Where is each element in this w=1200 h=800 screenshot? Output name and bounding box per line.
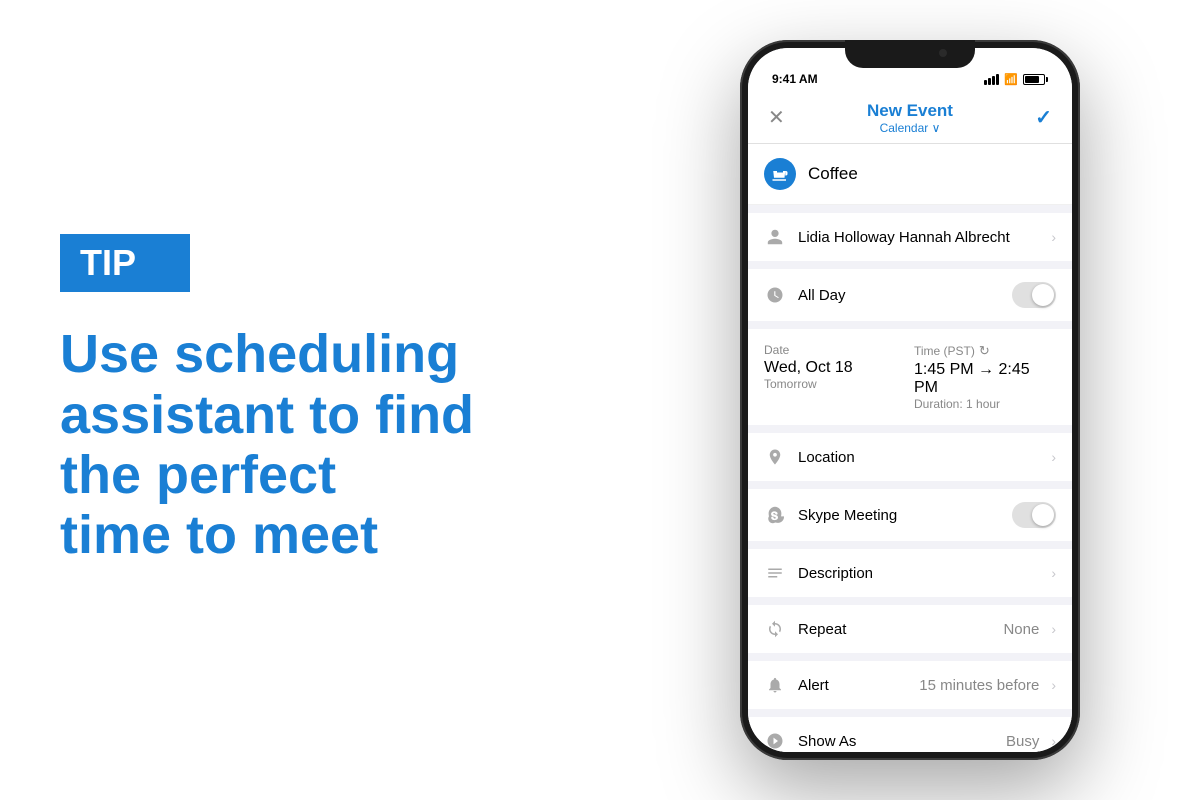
skype-row: Skype Meeting bbox=[748, 489, 1072, 541]
skype-toggle-knob bbox=[1032, 504, 1054, 526]
date-value: Wed, Oct 18 bbox=[764, 359, 906, 377]
show-as-row[interactable]: Show As Busy › bbox=[748, 717, 1072, 752]
description-row[interactable]: Description › bbox=[748, 549, 1072, 597]
alert-row[interactable]: Alert 15 minutes before › bbox=[748, 661, 1072, 709]
wifi-icon: 📶 bbox=[1004, 73, 1018, 86]
content-area: Coffee Lidia Holloway Ha bbox=[748, 144, 1072, 752]
datetime-grid: Date Wed, Oct 18 Tomorrow Time (PST) ↻ 1… bbox=[764, 343, 1056, 411]
datetime-section: Date Wed, Oct 18 Tomorrow Time (PST) ↻ 1… bbox=[748, 329, 1072, 425]
attendees-content: Lidia Holloway Hannah Albrecht bbox=[798, 229, 1039, 246]
description-label: Description bbox=[798, 565, 873, 582]
save-button[interactable]: ✓ bbox=[1035, 105, 1052, 130]
attendees-names: Lidia Holloway Hannah Albrecht bbox=[798, 229, 1010, 246]
repeat-label: Repeat bbox=[798, 621, 846, 638]
coffee-icon bbox=[764, 158, 796, 190]
repeat-chevron: › bbox=[1051, 621, 1056, 637]
clock-icon bbox=[764, 284, 786, 306]
skype-icon bbox=[764, 504, 786, 526]
location-icon bbox=[764, 446, 786, 468]
nav-title-main: New Event bbox=[785, 101, 1035, 121]
location-label: Location bbox=[798, 449, 855, 466]
time-value: 1:45 PM → 2:45 PM bbox=[914, 361, 1056, 397]
nav-title-sub: Calendar ∨ bbox=[785, 121, 1035, 135]
location-section: Location › bbox=[748, 433, 1072, 481]
refresh-icon: ↻ bbox=[979, 343, 990, 359]
right-panel: 9:41 AM 📶 bbox=[620, 0, 1200, 800]
battery-icon bbox=[1023, 74, 1048, 85]
all-day-section: All Day bbox=[748, 269, 1072, 321]
alert-section: Alert 15 minutes before › bbox=[748, 661, 1072, 709]
skype-toggle[interactable] bbox=[1012, 502, 1056, 528]
phone-screen: 9:41 AM 📶 bbox=[748, 48, 1072, 752]
toggle-knob bbox=[1032, 284, 1054, 306]
repeat-content: Repeat bbox=[798, 621, 991, 638]
repeat-row[interactable]: Repeat None › bbox=[748, 605, 1072, 653]
attendees-row[interactable]: Lidia Holloway Hannah Albrecht › bbox=[748, 213, 1072, 261]
location-content: Location bbox=[798, 449, 1039, 466]
location-chevron: › bbox=[1051, 449, 1056, 465]
description-chevron: › bbox=[1051, 565, 1056, 581]
alert-label: Alert bbox=[798, 677, 829, 694]
event-title-section: Coffee bbox=[748, 144, 1072, 205]
show-as-icon bbox=[764, 730, 786, 752]
event-title-text: Coffee bbox=[808, 164, 858, 184]
description-content: Description bbox=[798, 565, 1039, 582]
duration-value: Duration: 1 hour bbox=[914, 397, 1056, 411]
signal-icon bbox=[984, 74, 999, 85]
phone-notch bbox=[845, 40, 975, 68]
date-label: Date bbox=[764, 343, 906, 357]
show-as-chevron: › bbox=[1051, 733, 1056, 749]
skype-content: Skype Meeting bbox=[798, 507, 1000, 524]
alert-chevron: › bbox=[1051, 677, 1056, 693]
phone-mockup: 9:41 AM 📶 bbox=[740, 40, 1080, 760]
date-col[interactable]: Date Wed, Oct 18 Tomorrow bbox=[764, 343, 906, 411]
skype-section: Skype Meeting bbox=[748, 489, 1072, 541]
description-icon bbox=[764, 562, 786, 584]
skype-label: Skype Meeting bbox=[798, 507, 897, 524]
date-sub: Tomorrow bbox=[764, 377, 906, 391]
repeat-icon bbox=[764, 618, 786, 640]
repeat-section: Repeat None › bbox=[748, 605, 1072, 653]
status-bar-right: 📶 bbox=[984, 73, 1048, 86]
show-as-label: Show As bbox=[798, 733, 856, 750]
nav-bar: ✕ New Event Calendar ∨ ✓ bbox=[748, 92, 1072, 144]
alert-content: Alert bbox=[798, 677, 907, 694]
time-col[interactable]: Time (PST) ↻ 1:45 PM → 2:45 PM Duration:… bbox=[914, 343, 1056, 411]
repeat-value: None bbox=[1003, 621, 1039, 638]
coffee-svg bbox=[771, 165, 789, 183]
tip-badge: TIP bbox=[60, 234, 190, 292]
all-day-toggle[interactable] bbox=[1012, 282, 1056, 308]
alert-value: 15 minutes before bbox=[919, 677, 1039, 694]
show-as-content: Show As bbox=[798, 733, 994, 750]
attendees-section: Lidia Holloway Hannah Albrecht › bbox=[748, 213, 1072, 261]
cancel-button[interactable]: ✕ bbox=[768, 105, 785, 130]
person-icon bbox=[764, 226, 786, 248]
show-as-section: Show As Busy › bbox=[748, 717, 1072, 752]
notch-dot bbox=[939, 49, 947, 57]
left-panel: TIP Use scheduling assistant to find the… bbox=[0, 0, 620, 800]
alert-icon bbox=[764, 674, 786, 696]
attendees-chevron: › bbox=[1051, 229, 1056, 245]
phone-frame: 9:41 AM 📶 bbox=[740, 40, 1080, 760]
all-day-row: All Day bbox=[748, 269, 1072, 321]
show-as-value: Busy bbox=[1006, 733, 1039, 750]
status-time: 9:41 AM bbox=[772, 72, 818, 86]
event-title-row: Coffee bbox=[748, 144, 1072, 205]
all-day-content: All Day bbox=[798, 287, 1000, 304]
all-day-label: All Day bbox=[798, 287, 846, 304]
main-headline: Use scheduling assistant to find the per… bbox=[60, 324, 560, 566]
location-row[interactable]: Location › bbox=[748, 433, 1072, 481]
time-label: Time (PST) ↻ bbox=[914, 343, 1056, 359]
nav-title: New Event Calendar ∨ bbox=[785, 101, 1035, 135]
description-section: Description › bbox=[748, 549, 1072, 597]
